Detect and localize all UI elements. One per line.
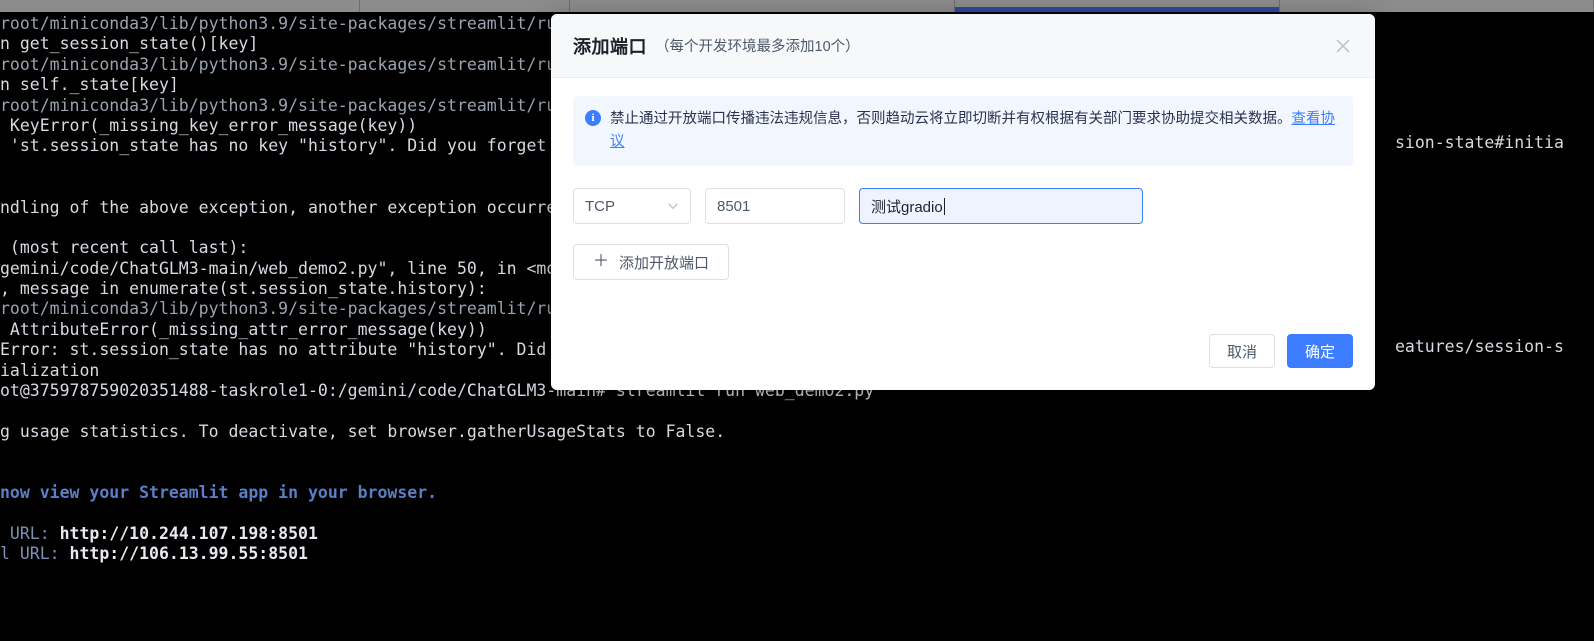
- port-name-input[interactable]: 测试gradio: [859, 188, 1143, 224]
- port-number-input[interactable]: 8501: [705, 188, 845, 224]
- text-caret: [943, 197, 945, 215]
- cancel-button[interactable]: 取消: [1209, 334, 1275, 368]
- dialog-header: 添加端口 （每个开发环境最多添加10个）: [551, 14, 1375, 78]
- close-icon[interactable]: [1329, 32, 1357, 60]
- add-open-port-button[interactable]: ＋ 添加开放端口: [573, 244, 729, 280]
- port-number-value: 8501: [717, 197, 751, 215]
- dialog-subtitle: （每个开发环境最多添加10个）: [655, 39, 860, 55]
- port-name-value: 测试gradio: [871, 198, 943, 216]
- add-open-port-label: 添加开放端口: [619, 254, 710, 272]
- chevron-down-icon: [668, 203, 678, 210]
- info-banner: i 禁止通过开放端口传播违法违规信息，否则趋动云将立即切断并有权根据有关部门要求…: [573, 96, 1353, 166]
- info-banner-message: 禁止通过开放端口传播违法违规信息，否则趋动云将立即切断并有权根据有关部门要求协助…: [610, 111, 1292, 127]
- page-title: 添加端口: [573, 36, 647, 57]
- plus-icon: ＋: [592, 253, 609, 270]
- confirm-button[interactable]: 确定: [1287, 334, 1353, 368]
- protocol-select-value: TCP: [585, 197, 615, 215]
- modal-overlay: 添加端口 （每个开发环境最多添加10个） i 禁止通过开放端口传播违法违规信息，…: [0, 0, 1594, 639]
- protocol-select[interactable]: TCP: [573, 188, 691, 224]
- add-port-dialog: 添加端口 （每个开发环境最多添加10个） i 禁止通过开放端口传播违法违规信息，…: [551, 14, 1375, 390]
- info-circle-icon: i: [585, 110, 601, 126]
- dialog-footer: 取消 确定: [1209, 334, 1353, 368]
- info-banner-text: 禁止通过开放端口传播违法违规信息，否则趋动云将立即切断并有权根据有关部门要求协助…: [610, 108, 1339, 154]
- port-entry-row: TCP 8501 测试gradio: [573, 188, 1353, 224]
- dialog-body: i 禁止通过开放端口传播违法违规信息，否则趋动云将立即切断并有权根据有关部门要求…: [551, 78, 1375, 280]
